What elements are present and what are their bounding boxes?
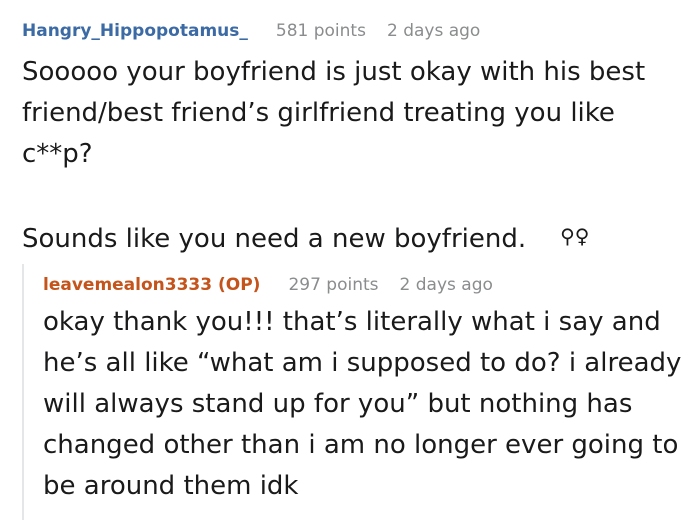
comment-paragraph-text: Sounds like you need a new boyfriend. (22, 224, 527, 254)
comment-reply: leavemealon3333 (OP) 297 points 2 days a… (43, 272, 693, 507)
comment-paragraph: Sooooo your boyfriend is just okay with … (22, 57, 646, 169)
comment-points: 581 points (275, 21, 366, 41)
thread-line[interactable] (22, 264, 24, 520)
comment-top: Hangry_Hippopotamus_ 581 points 2 days a… (22, 18, 692, 260)
comment-author[interactable]: leavemealon3333 (OP) (43, 272, 260, 298)
comment-body: Sooooo your boyfriend is just okay with … (22, 52, 692, 260)
comment-author[interactable]: Hangry_Hippopotamus_ (22, 18, 248, 44)
female-sign-icon: ⚲♀ (560, 224, 590, 248)
comment-timestamp: 2 days ago (386, 21, 481, 41)
comment-meta: Hangry_Hippopotamus_ 581 points 2 days a… (22, 18, 692, 44)
comment-body: okay thank you!!! that’s literally what … (43, 302, 693, 507)
comment-points: 297 points (288, 275, 379, 295)
comment-paragraph: Sounds like you need a new boyfriend. ⚲♀ (22, 216, 692, 260)
comment-paragraph: okay thank you!!! that’s literally what … (43, 307, 682, 501)
comment-meta: leavemealon3333 (OP) 297 points 2 days a… (43, 272, 693, 298)
comment-timestamp: 2 days ago (399, 275, 493, 295)
